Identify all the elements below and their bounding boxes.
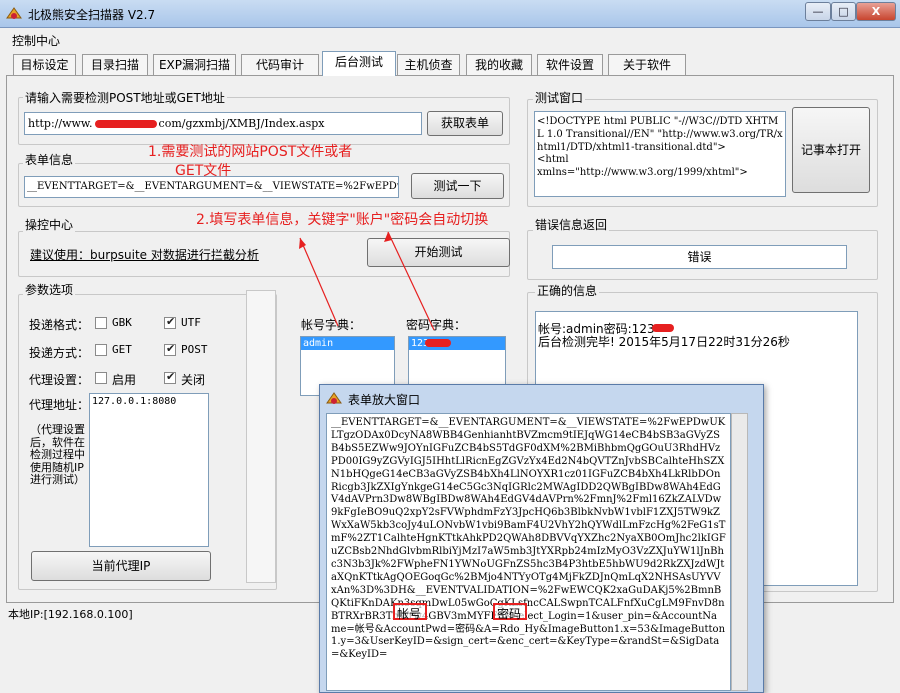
- highlight-password-box: 密码: [493, 603, 527, 621]
- menu-control-center[interactable]: 控制中心: [12, 32, 60, 49]
- tab-directory-scan[interactable]: 目录扫描: [82, 54, 148, 75]
- test-once-button[interactable]: 测试一下: [411, 173, 504, 199]
- popup-form-textarea[interactable]: __EVENTTARGET=&__EVENTARGUMENT=&__VIEWST…: [326, 413, 731, 691]
- params-scrollbar[interactable]: [246, 290, 276, 583]
- redacted-mark: [94, 120, 157, 128]
- menu-bar: 控制中心: [4, 30, 894, 48]
- params-group-label: 参数选项: [23, 281, 76, 298]
- tab-host-recon[interactable]: 主机侦查: [397, 54, 460, 75]
- method-label: 投递方式：: [29, 346, 90, 360]
- start-test-button[interactable]: 开始测试: [367, 238, 510, 267]
- url-suffix: com/gzxmbj/XMBJ/Index.aspx: [158, 117, 325, 130]
- gbk-checkbox[interactable]: [95, 317, 107, 329]
- annotation-note-2: 2.填写表单信息，关键字"账户"密码会自动切换: [196, 212, 489, 228]
- fetch-form-button[interactable]: 获取表单: [427, 111, 503, 136]
- proxy-settings-label: 代理设置：: [29, 373, 90, 387]
- popup-app-icon: [326, 392, 342, 404]
- form-info-label: 表单信息: [23, 151, 76, 168]
- maximize-button[interactable]: □: [831, 2, 856, 21]
- highlight-account-box: 帐号: [393, 603, 427, 621]
- redacted-mark: [652, 324, 674, 332]
- proxy-enable-label: 启用: [112, 373, 137, 387]
- annotation-note-1b: GET文件: [175, 163, 232, 179]
- get-label: GET: [112, 343, 132, 356]
- url-group-label: 请输入需要检测POST地址或GET地址: [23, 89, 227, 106]
- post-checkbox[interactable]: [164, 342, 176, 356]
- popup-title: 表单放大窗口: [348, 393, 421, 407]
- status-local-ip: 本地IP:[192.168.0.100]: [8, 608, 133, 621]
- proxy-disable-checkbox[interactable]: [164, 370, 176, 384]
- tab-software-settings[interactable]: 软件设置: [537, 54, 603, 75]
- account-dict-item[interactable]: admin: [301, 337, 394, 350]
- tab-target-settings[interactable]: 目标设定: [13, 54, 76, 75]
- proxy-note: （代理设置后，软件在检测过程中使用随机IP进行测试）: [30, 423, 85, 486]
- title-bar[interactable]: 北极熊安全扫描器 V2.7 — □ X: [0, 0, 900, 28]
- annotation-note-1a: 1.需要测试的网站POST文件或者: [148, 144, 353, 160]
- url-input[interactable]: http://www. com/gzxmbj/XMBJ/Index.aspx: [24, 112, 422, 135]
- error-output[interactable]: 错误: [552, 245, 847, 269]
- redacted-mark: [425, 339, 451, 347]
- password-dict-label: 密码字典：: [406, 318, 467, 332]
- minimize-button[interactable]: —: [805, 2, 831, 21]
- popup-scrollbar[interactable]: [731, 413, 748, 691]
- post-label: POST: [181, 343, 208, 356]
- window-title: 北极熊安全扫描器 V2.7: [28, 8, 156, 22]
- proxy-disable-label: 关闭: [181, 373, 206, 387]
- tab-about[interactable]: 关于软件: [608, 54, 686, 75]
- highlight-password-label: 密码: [497, 607, 522, 621]
- test-window-label: 测试窗口: [533, 89, 586, 106]
- proxy-address-value: 127.0.0.1:8080: [92, 396, 177, 407]
- proxy-address-textarea[interactable]: 127.0.0.1:8080: [89, 393, 209, 547]
- app-logo-icon: [6, 7, 22, 19]
- get-checkbox[interactable]: [95, 344, 107, 356]
- tab-backend-test[interactable]: 后台测试: [322, 51, 396, 76]
- tab-favorites[interactable]: 我的收藏: [466, 54, 532, 75]
- proxy-enable-checkbox[interactable]: [95, 372, 107, 384]
- gbk-label: GBK: [112, 316, 132, 329]
- close-button[interactable]: X: [856, 2, 896, 21]
- error-group-label: 错误信息返回: [533, 216, 610, 233]
- highlight-account-label: 帐号: [397, 607, 422, 621]
- password-dict-item[interactable]: 123: [409, 337, 505, 350]
- account-dict-label: 帐号字典：: [301, 318, 362, 332]
- correct-info-line-2: 后台检测完毕! 2015年5月17日22时31分26秒: [538, 335, 790, 349]
- utf-label: UTF: [181, 316, 201, 329]
- test-window-content[interactable]: <!DOCTYPE html PUBLIC "-//W3C//DTD XHTML…: [534, 111, 786, 197]
- encoding-label: 投递格式：: [29, 318, 90, 332]
- proxy-address-label: 代理地址：: [29, 398, 90, 412]
- control-center-label: 操控中心: [23, 216, 76, 233]
- tab-exp-scan[interactable]: EXP漏洞扫描: [153, 54, 236, 75]
- tab-code-audit[interactable]: 代码审计: [241, 54, 319, 75]
- notepad-open-button[interactable]: 记事本打开: [792, 107, 870, 193]
- utf-checkbox[interactable]: [164, 315, 176, 329]
- form-zoom-window[interactable]: 表单放大窗口 __EVENTTARGET=&__EVENTARGUMENT=&_…: [319, 384, 764, 693]
- advice-text: 建议使用：burpsuite 对数据进行拦截分析: [30, 248, 259, 262]
- current-proxy-ip-button[interactable]: 当前代理IP: [31, 551, 211, 581]
- url-prefix: http://www.: [28, 117, 93, 130]
- correct-info-label: 正确的信息: [535, 282, 600, 299]
